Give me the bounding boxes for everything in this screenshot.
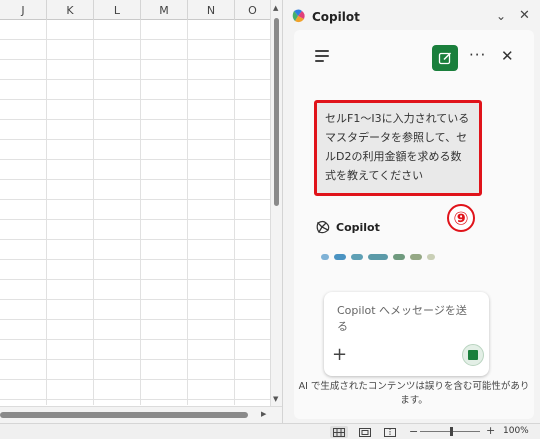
step-number-badge: ⑨: [447, 204, 475, 232]
copilot-mono-icon: [316, 220, 330, 234]
zoom-in-button[interactable]: +: [486, 424, 495, 437]
copilot-response-label: Copilot: [336, 220, 380, 234]
zoom-level[interactable]: 100%: [503, 426, 529, 436]
horizontal-scroll-thumb[interactable]: [0, 412, 248, 418]
more-options-icon[interactable]: ···: [469, 46, 486, 64]
grid-view-icon: [333, 427, 345, 437]
row-gridline: [0, 179, 270, 180]
row-gridline: [0, 299, 270, 300]
column-gridline: [46, 20, 47, 405]
row-gridline: [0, 399, 270, 400]
row-gridline: [0, 379, 270, 380]
compose-icon: [438, 52, 452, 65]
scroll-up-icon[interactable]: ▲: [273, 4, 278, 12]
column-gridline: [93, 20, 94, 405]
row-gridline: [0, 199, 270, 200]
row-gridline: [0, 79, 270, 80]
close-icon[interactable]: ✕: [501, 47, 514, 65]
user-message-bubble: セルF1〜I3に入力されているマスタデータを参照して、セルD2の利用金額を求める…: [314, 100, 482, 196]
row-gridline: [0, 279, 270, 280]
chat-card: ··· ✕ セルF1〜I3に入力されているマスタデータを参照して、セルD2の利用…: [294, 30, 534, 419]
add-attachment-button[interactable]: +: [332, 346, 347, 364]
horizontal-scrollbar[interactable]: ▶: [0, 406, 282, 423]
row-gridline: [0, 359, 270, 360]
vertical-scrollbar[interactable]: ▲ ▼: [270, 0, 282, 406]
loading-dot: [393, 254, 405, 260]
normal-view-button[interactable]: [330, 426, 348, 438]
step-number-label: ⑨: [453, 209, 468, 230]
loading-indicator: [321, 254, 435, 260]
row-gridline: [0, 39, 270, 40]
column-header[interactable]: J: [0, 0, 47, 20]
column-header[interactable]: M: [141, 0, 188, 20]
loading-dot: [410, 254, 422, 260]
spreadsheet-area[interactable]: J K L M N O ▲ ▼ ▶: [0, 0, 282, 423]
cell-grid[interactable]: [0, 20, 270, 405]
column-header[interactable]: O: [235, 0, 270, 20]
chevron-down-icon[interactable]: ⌄: [496, 9, 506, 23]
row-gridline: [0, 239, 270, 240]
column-header[interactable]: N: [188, 0, 235, 20]
page-break-icon: [384, 427, 396, 437]
copilot-logo-icon: [292, 9, 305, 23]
loading-dot: [368, 254, 388, 260]
column-header[interactable]: K: [47, 0, 94, 20]
row-gridline: [0, 319, 270, 320]
loading-dot: [334, 254, 346, 260]
stop-icon: [468, 350, 478, 360]
column-header[interactable]: L: [94, 0, 141, 20]
copilot-pane-titlebar: Copilot ⌄ ✕: [283, 0, 540, 34]
row-gridline: [0, 339, 270, 340]
menu-icon[interactable]: [315, 50, 331, 64]
row-gridline: [0, 59, 270, 60]
copilot-pane: Copilot ⌄ ✕ ··· ✕ セルF1〜I3に入力されているマスタデータを…: [282, 0, 540, 423]
scroll-right-icon[interactable]: ▶: [261, 410, 266, 418]
zoom-slider-thumb[interactable]: [450, 427, 453, 436]
page-break-view-button[interactable]: [381, 426, 399, 438]
column-gridline: [234, 20, 235, 405]
column-header-row: J K L M N O: [0, 0, 270, 20]
status-bar: − + 100%: [0, 423, 540, 439]
zoom-out-button[interactable]: −: [409, 425, 418, 438]
stop-button[interactable]: [462, 344, 484, 366]
page-layout-view-button[interactable]: [356, 426, 374, 438]
row-gridline: [0, 119, 270, 120]
column-gridline: [187, 20, 188, 405]
row-gridline: [0, 219, 270, 220]
scroll-down-icon[interactable]: ▼: [273, 395, 278, 403]
close-icon[interactable]: ✕: [519, 8, 530, 23]
page-layout-icon: [359, 427, 371, 437]
row-gridline: [0, 259, 270, 260]
pane-title: Copilot: [312, 10, 360, 24]
loading-dot: [351, 254, 363, 260]
new-chat-button[interactable]: [432, 45, 458, 71]
ai-disclaimer: AI で生成されたコンテンツは誤りを含む可能性があります。: [298, 381, 530, 406]
row-gridline: [0, 139, 270, 140]
loading-dot: [321, 254, 329, 260]
vertical-scroll-thumb[interactable]: [274, 18, 279, 206]
message-input[interactable]: Copilot へメッセージを送る: [337, 303, 477, 335]
loading-dot: [427, 254, 435, 260]
column-gridline: [140, 20, 141, 405]
message-input-box[interactable]: Copilot へメッセージを送る +: [324, 292, 489, 376]
copilot-response-header: Copilot: [316, 218, 380, 236]
row-gridline: [0, 159, 270, 160]
row-gridline: [0, 99, 270, 100]
